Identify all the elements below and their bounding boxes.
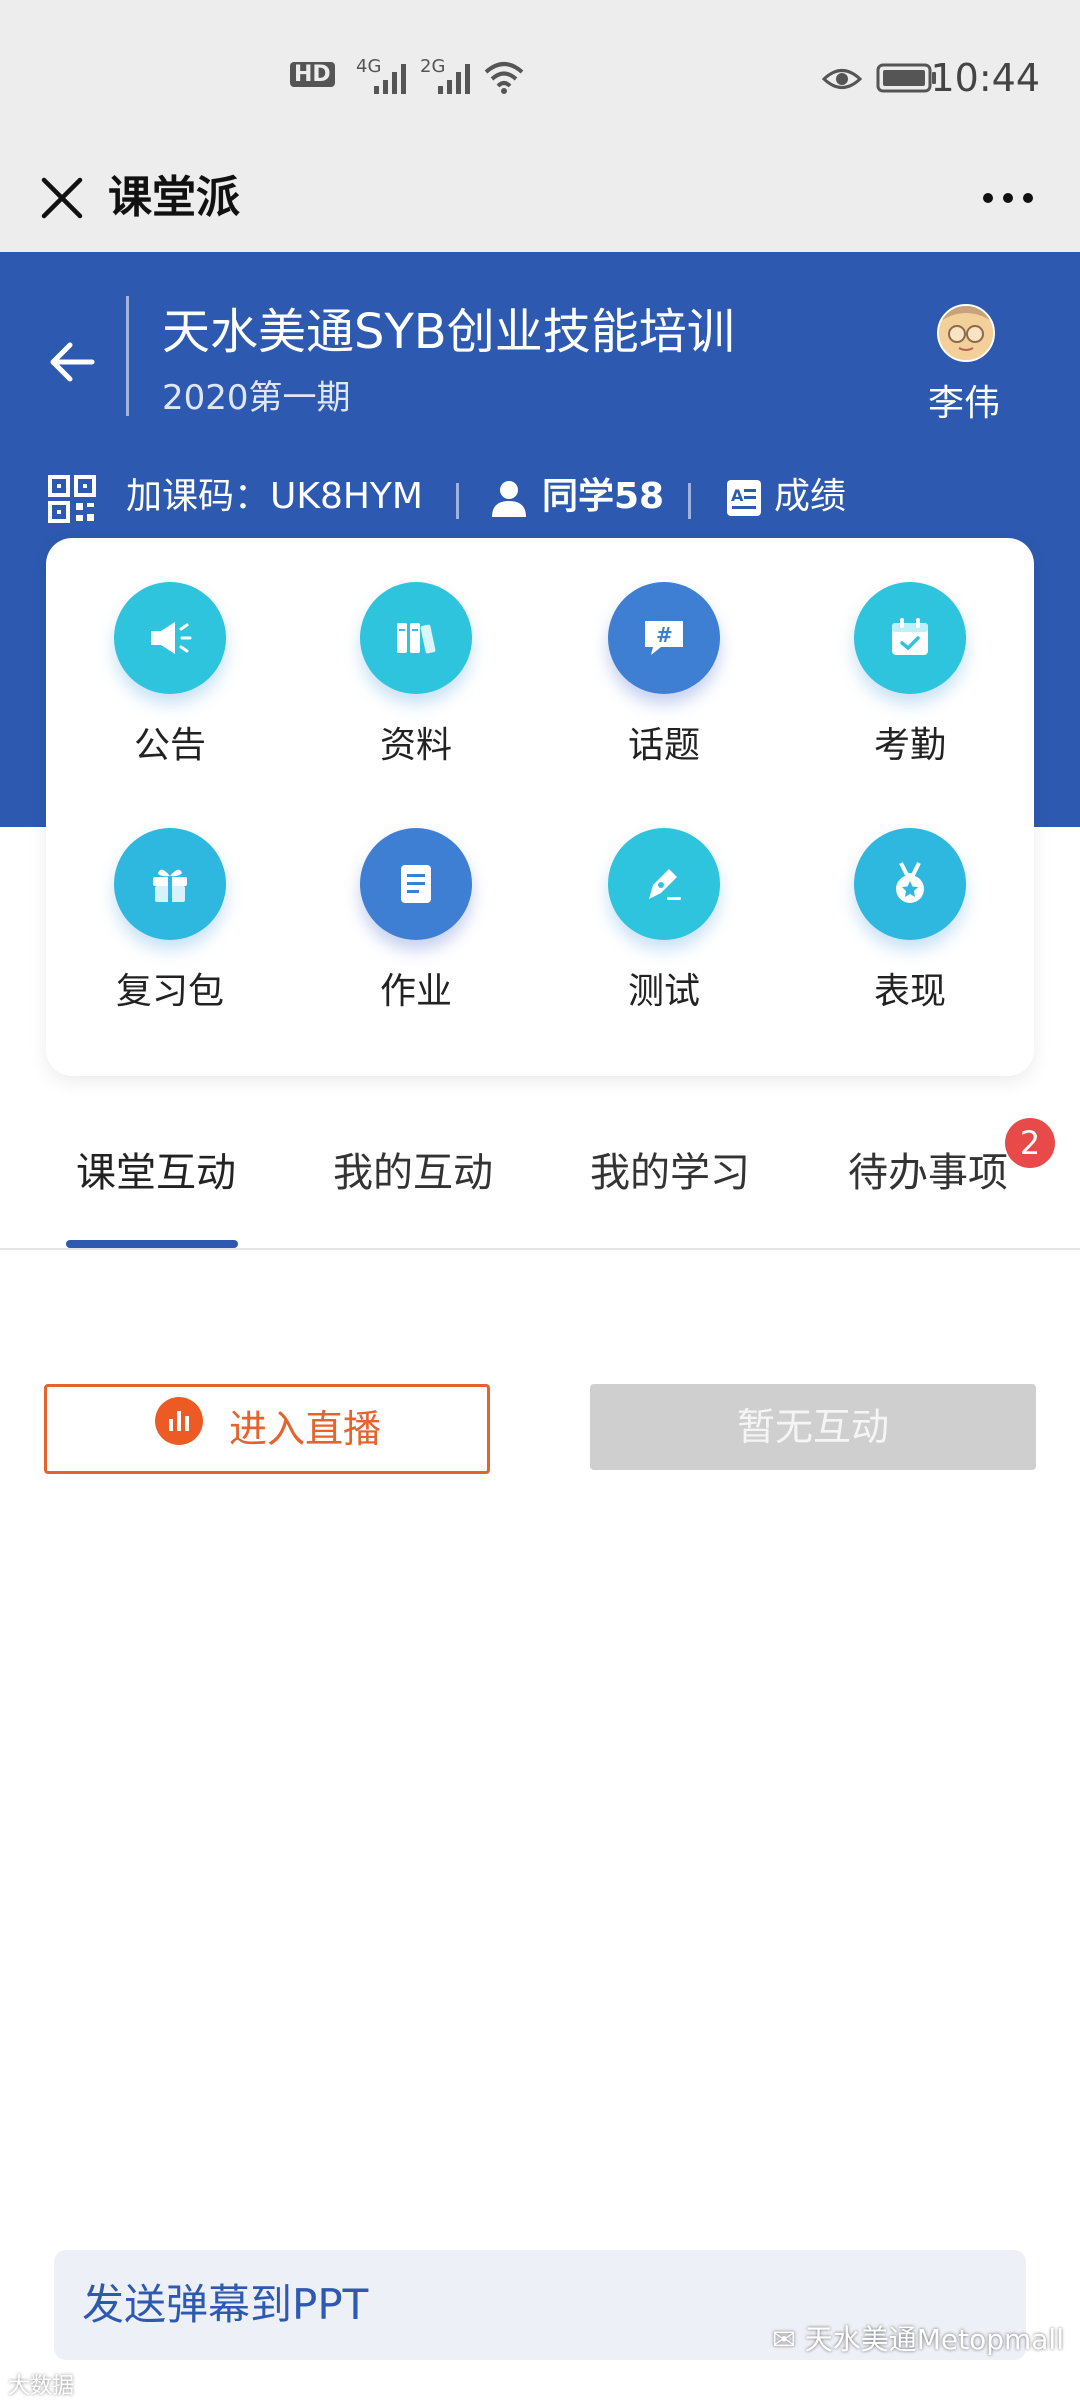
menu-item-topics[interactable]: # 话题: [564, 556, 764, 766]
svg-text:#: #: [656, 623, 673, 647]
live-icon: [155, 1397, 203, 1445]
info-separator: [456, 483, 459, 519]
course-info-row: 加课码：UK8HYM 同学58 A 成绩: [48, 467, 1048, 527]
grades-icon: A: [727, 480, 761, 516]
menu-label: 公告: [133, 725, 206, 766]
no-interaction-label: 暂无互动: [736, 1405, 889, 1449]
menu-item-performance[interactable]: 表现: [810, 802, 1010, 1012]
document-icon: [401, 865, 431, 903]
wechat-nav-bar: 课堂派: [0, 160, 1080, 252]
gift-icon: [153, 869, 187, 902]
enter-live-label: 进入直播: [229, 1407, 382, 1451]
info-separator: [688, 483, 691, 519]
menu-icon-circle: [854, 582, 966, 694]
wechat-watermark: ✉ 天水美通Metopmall: [772, 2318, 1064, 2358]
class-code[interactable]: 加课码：UK8HYM: [126, 467, 423, 527]
close-icon[interactable]: [32, 168, 92, 228]
menu-item-homework[interactable]: 作业: [316, 802, 516, 1012]
enter-live-button[interactable]: 进入直播: [44, 1384, 490, 1474]
header-divider: [126, 296, 129, 416]
status-time: 10:44: [930, 56, 1040, 100]
battery-icon: [876, 63, 936, 93]
send-danmaku-label: 发送弹幕到PPT: [82, 2280, 369, 2329]
tab-divider: [0, 1248, 1080, 1250]
medal-icon: [896, 862, 924, 903]
menu-icon-circle: [114, 828, 226, 940]
watermark-text: 天水美通Metopmall: [804, 2323, 1064, 2356]
person-icon: [492, 481, 526, 517]
menu-item-test[interactable]: 测试: [564, 802, 764, 1012]
back-arrow-icon[interactable]: [42, 332, 102, 392]
menu-item-attendance[interactable]: 考勤: [810, 556, 1010, 766]
course-subtitle: 2020第一期: [162, 378, 351, 418]
pen-icon: [649, 869, 681, 900]
corner-watermark: 大数据: [8, 2374, 75, 2399]
eye-comfort-icon: [822, 69, 862, 89]
hashtag-chat-icon: #: [645, 621, 683, 655]
avatar-face-icon: [939, 306, 993, 360]
signal-icon: [374, 64, 406, 94]
wechat-logo-icon: ✉: [772, 2323, 805, 2356]
menu-icon-circle: [114, 582, 226, 694]
wifi-icon: [484, 62, 524, 94]
hd-icon: HD: [290, 62, 335, 87]
tab-my-learning[interactable]: 我的学习: [590, 1140, 750, 1198]
menu-label: 资料: [379, 725, 452, 766]
qr-code-icon[interactable]: [48, 475, 96, 523]
tab-my-interaction[interactable]: 我的互动: [333, 1140, 493, 1198]
menu-label: 复习包: [115, 971, 224, 1012]
menu-item-review-pack[interactable]: 复习包: [70, 802, 270, 1012]
live-bars-icon: [169, 1411, 189, 1431]
menu-icon-circle: #: [608, 582, 720, 694]
menu-item-materials[interactable]: 资料: [316, 556, 516, 766]
no-interaction-button: 暂无互动: [590, 1384, 1036, 1470]
grades-link[interactable]: 成绩: [774, 467, 846, 527]
menu-icon-circle: [608, 828, 720, 940]
calendar-check-icon: [892, 618, 928, 655]
menu-icon-circle: [360, 828, 472, 940]
signal-icon-2: [438, 64, 470, 94]
svg-text:A: A: [731, 486, 744, 505]
menu-label: 表现: [873, 971, 946, 1012]
menu-icon-circle: [360, 582, 472, 694]
status-bar: HD 4G 2G 10:44: [0, 0, 1080, 160]
todo-count-badge: 2: [1005, 1118, 1055, 1168]
tab-bar: 课堂互动 我的互动 我的学习 待办事项 2: [0, 1100, 1080, 1250]
menu-label: 考勤: [873, 725, 946, 766]
menu-item-announcement[interactable]: 公告: [70, 556, 270, 766]
more-options-icon[interactable]: [978, 168, 1038, 228]
menu-label: 话题: [627, 725, 700, 766]
page-title: 课堂派: [108, 172, 240, 223]
classmates-count[interactable]: 同学58: [542, 467, 664, 527]
books-icon: [397, 623, 436, 654]
menu-label: 测试: [627, 971, 700, 1012]
tab-class-interaction[interactable]: 课堂互动: [76, 1140, 236, 1198]
course-title: 天水美通SYB创业技能培训: [162, 304, 735, 360]
menu-label: 作业: [379, 971, 452, 1012]
megaphone-icon: [151, 622, 192, 654]
avatar[interactable]: [937, 304, 995, 362]
active-tab-indicator: [66, 1240, 238, 1248]
menu-icon-circle: [854, 828, 966, 940]
feature-menu-card: 公告 资料 # 话题 考勤 复习包 作业 测试 表现: [46, 538, 1034, 1076]
tab-todo[interactable]: 待办事项: [848, 1140, 1008, 1198]
user-name: 李伟: [928, 383, 1001, 424]
